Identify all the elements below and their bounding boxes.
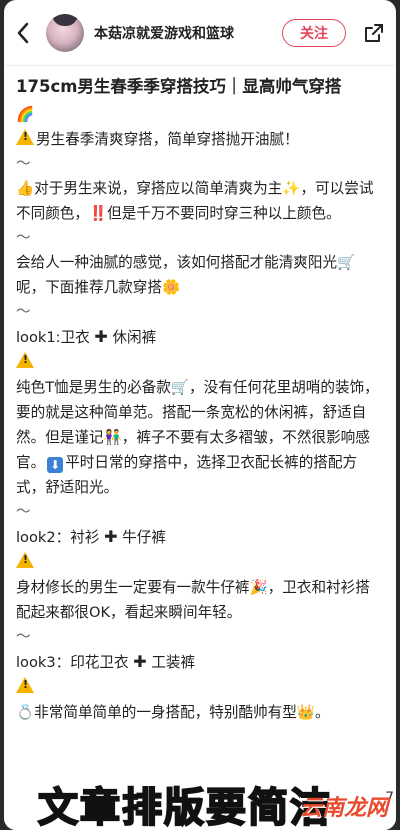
look1-heading: look1:卫衣 ✚ 休闲裤 xyxy=(16,324,384,350)
down-arrow-icon: ⬇ xyxy=(47,457,64,473)
divider-tilde: ～ xyxy=(16,628,31,645)
title-emoji: 🌈 xyxy=(16,102,384,127)
warning-icon xyxy=(16,352,34,368)
author-name[interactable]: 本菇凉就爱游戏和篮球 xyxy=(94,23,282,43)
paragraph-text: 对于男生来说，穿搭应以简单清爽为主 xyxy=(34,180,283,197)
post-header: 本菇凉就爱游戏和篮球 关注 xyxy=(4,0,396,66)
look3-heading: look3：印花卫衣 ✚ 工装裤 xyxy=(16,649,384,675)
watermark-logo: 云南龙网 xyxy=(299,796,388,821)
plus-icon: ✚ xyxy=(104,527,118,546)
ring-icon: 💍 xyxy=(16,704,35,721)
cart-icon: 🛒 xyxy=(170,379,190,396)
cart-icon: 🛒 xyxy=(337,254,356,271)
phone-screen: 本菇凉就爱游戏和篮球 关注 175cm男生春季季穿搭技巧｜显高帅气穿搭 🌈 男生… xyxy=(4,0,396,830)
divider-tilde: ～ xyxy=(16,303,31,320)
look-label: look3：印花卫衣 xyxy=(16,654,129,671)
party-icon: 🎉 xyxy=(249,579,268,596)
share-icon xyxy=(365,23,383,42)
post-content: 175cm男生春季季穿搭技巧｜显高帅气穿搭 🌈 男生春季清爽穿搭，简单穿搭抛开油… xyxy=(4,66,396,725)
share-button[interactable] xyxy=(362,21,386,45)
warning-line xyxy=(16,675,384,700)
paragraph-advice: 👍对于男生来说，穿搭应以简单清爽为主✨，可以尝试不同颜色，‼️但是千万不要同时穿… xyxy=(16,176,384,226)
crown-icon: 👑 xyxy=(296,704,316,721)
sparkles-icon: ✨ xyxy=(282,180,301,197)
paragraph-look2: 身材修长的男生一定要有一款牛仔裤🎉，卫衣和衬衫搭配起来都很OK，看起来瞬间年轻。 xyxy=(16,575,384,625)
paragraph-look3: 💍非常简单简单的一身搭配，特别酷帅有型👑。 xyxy=(16,700,384,725)
look-item: 工装裤 xyxy=(151,654,196,671)
look-label: look2：衬衫 xyxy=(16,529,100,546)
chevron-left-icon xyxy=(17,22,29,43)
follow-button[interactable]: 关注 xyxy=(282,18,346,47)
divider-tilde: ～ xyxy=(16,229,31,246)
warning-line xyxy=(16,350,384,375)
plus-icon: ✚ xyxy=(94,327,108,346)
couple-icon: 👫 xyxy=(103,429,122,446)
warning-icon xyxy=(16,552,34,568)
paragraph-intro: 男生春季清爽穿搭，简单穿搭抛开油腻！ xyxy=(16,127,384,152)
paragraph-text: 呢，下面推荐几款穿搭 xyxy=(16,279,162,296)
caption-text: 文章排版要简洁 xyxy=(37,784,332,830)
back-button[interactable] xyxy=(10,20,36,46)
paragraph-text: 纯色T恤是男生的必备款 xyxy=(16,379,171,396)
look-label: look1:卫衣 xyxy=(16,329,90,346)
thumbs-up-icon: 👍 xyxy=(16,180,35,197)
paragraph-text: 非常简单简单的一身搭配，特别酷帅有型 xyxy=(34,704,297,721)
post-title: 175cm男生春季季穿搭技巧｜显高帅气穿搭 xyxy=(16,77,342,96)
paragraph-text: 平时日常的穿搭中，选择卫衣配长裤的搭配方式，舒适阳光。 xyxy=(16,454,358,496)
look-item: 休闲裤 xyxy=(112,329,157,346)
avatar[interactable] xyxy=(46,13,84,52)
paragraph-text: 但是千万不要同时穿三种以上颜色。 xyxy=(107,205,341,222)
paragraph-look1: 纯色T恤是男生的必备款🛒，没有任何花里胡哨的装饰，要的就是这种简单范。搭配一条宽… xyxy=(16,375,384,500)
rainbow-icon: 🌈 xyxy=(16,106,35,123)
paragraph-text: 身材修长的男生一定要有一款牛仔裤 xyxy=(16,579,250,596)
double-exclamation-icon: ‼️ xyxy=(88,205,108,222)
warning-icon xyxy=(16,677,34,693)
divider-tilde: ～ xyxy=(16,155,31,172)
look-item: 牛仔裤 xyxy=(122,529,166,546)
paragraph-text: 会给人一种油腻的感觉，该如何搭配才能清爽阳光 xyxy=(16,254,338,271)
paragraph-text: 男生春季清爽穿搭，简单穿搭抛开油腻！ xyxy=(36,131,299,148)
flower-icon: 🌼 xyxy=(161,279,181,296)
divider-tilde: ～ xyxy=(16,503,31,520)
paragraph-transition: 会给人一种油腻的感觉，该如何搭配才能清爽阳光🛒 呢，下面推荐几款穿搭🌼 xyxy=(16,250,384,300)
warning-icon xyxy=(16,129,34,145)
warning-line xyxy=(16,550,384,575)
look2-heading: look2：衬衫 ✚ 牛仔裤 xyxy=(16,524,384,550)
plus-icon: ✚ xyxy=(133,652,147,671)
paragraph-text: 。 xyxy=(315,704,330,721)
